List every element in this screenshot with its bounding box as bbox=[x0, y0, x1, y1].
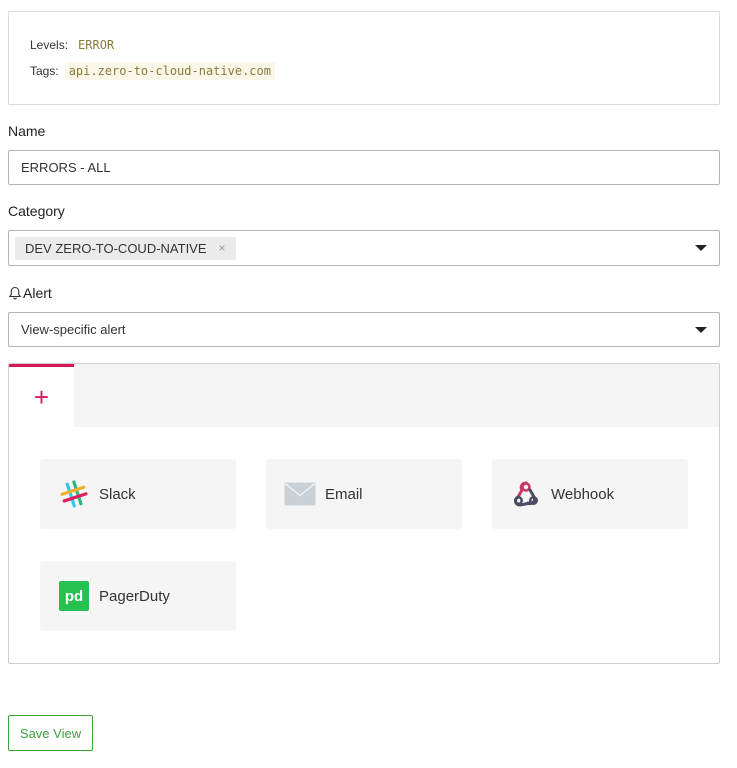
save-view-button[interactable]: Save View bbox=[8, 715, 93, 751]
tags-value: api.zero-to-cloud-native.com bbox=[64, 62, 275, 80]
chevron-down-icon[interactable] bbox=[695, 326, 707, 333]
view-summary: Levels: ERROR Tags: api.zero-to-cloud-na… bbox=[8, 11, 720, 105]
name-label: Name bbox=[8, 123, 46, 139]
chevron-down-icon[interactable] bbox=[695, 245, 707, 251]
integration-label: Email bbox=[325, 485, 363, 503]
name-input[interactable]: ERRORS - ALL bbox=[8, 150, 720, 185]
integration-label: Slack bbox=[99, 485, 136, 503]
category-select[interactable]: DEV ZERO-TO-COUD-NATIVE × bbox=[8, 230, 720, 266]
alert-integrations-panel: + Slack Email Webhook pd PagerDuty bbox=[8, 363, 720, 664]
pagerduty-icon: pd bbox=[58, 580, 90, 612]
tags-row: Tags: api.zero-to-cloud-native.com bbox=[30, 62, 275, 80]
alert-select[interactable]: View-specific alert bbox=[8, 312, 720, 347]
add-alert-tab[interactable]: + bbox=[9, 364, 74, 428]
plus-icon: + bbox=[33, 382, 50, 412]
alert-select-value: View-specific alert bbox=[21, 322, 126, 337]
integration-slack[interactable]: Slack bbox=[40, 459, 236, 529]
integration-webhook[interactable]: Webhook bbox=[492, 459, 688, 529]
tab-strip bbox=[9, 364, 719, 427]
alert-label-text: Alert bbox=[23, 285, 52, 301]
integration-label: PagerDuty bbox=[99, 587, 170, 605]
levels-row: Levels: ERROR bbox=[30, 36, 118, 54]
alert-label: Alert bbox=[8, 285, 52, 301]
levels-label: Levels: bbox=[30, 38, 69, 52]
category-tag-label: DEV ZERO-TO-COUD-NATIVE bbox=[25, 240, 207, 256]
email-icon bbox=[284, 478, 316, 510]
integration-pagerduty[interactable]: pd PagerDuty bbox=[40, 561, 236, 631]
category-tag: DEV ZERO-TO-COUD-NATIVE × bbox=[15, 236, 236, 260]
svg-text:pd: pd bbox=[65, 588, 83, 605]
category-label: Category bbox=[8, 203, 65, 219]
remove-tag-icon[interactable]: × bbox=[219, 241, 226, 255]
integration-email[interactable]: Email bbox=[266, 459, 462, 529]
integration-label: Webhook bbox=[551, 485, 615, 503]
bell-icon bbox=[8, 286, 22, 300]
tags-label: Tags: bbox=[30, 64, 59, 78]
webhook-icon bbox=[510, 478, 542, 510]
name-input-value: ERRORS - ALL bbox=[21, 160, 111, 175]
levels-value: ERROR bbox=[78, 38, 115, 52]
slack-icon bbox=[58, 478, 90, 510]
